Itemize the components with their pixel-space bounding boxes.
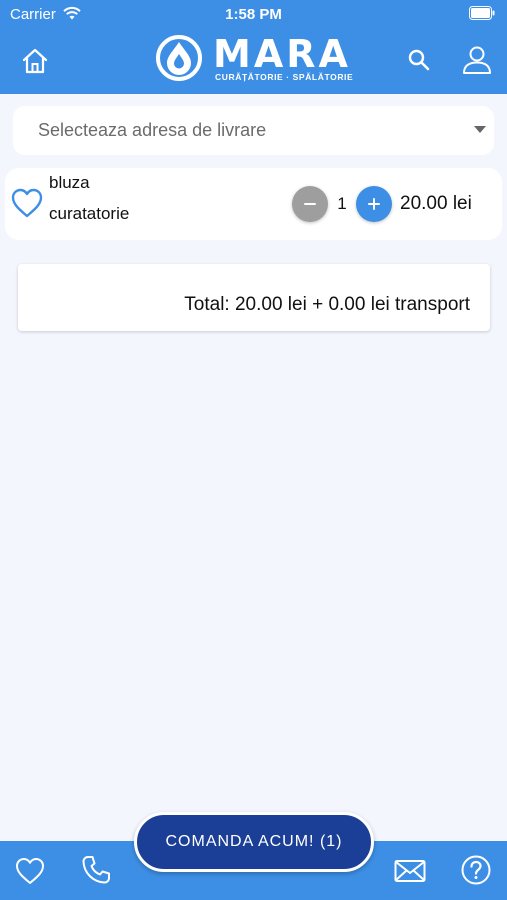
phone-icon[interactable] bbox=[80, 854, 112, 886]
help-icon[interactable] bbox=[460, 854, 492, 886]
order-now-button[interactable]: COMANDA ACUM! (1) bbox=[134, 812, 374, 872]
delivery-address-placeholder: Selecteaza adresa de livrare bbox=[38, 120, 267, 140]
item-price: 20.00 lei bbox=[400, 193, 472, 214]
favorite-heart-icon[interactable] bbox=[10, 186, 44, 220]
status-bar: Carrier 1:58 PM bbox=[0, 0, 507, 28]
app-header: Carrier 1:58 PM MARA CURĂȚĂTORIE · SPĂLĂ… bbox=[0, 0, 507, 94]
profile-icon[interactable] bbox=[461, 44, 493, 76]
logo-title: MARA bbox=[213, 32, 351, 76]
item-quantity: 1 bbox=[337, 194, 347, 213]
heart-icon[interactable] bbox=[14, 856, 46, 886]
logo-subtitle: CURĂȚĂTORIE · SPĂLĂTORIE bbox=[215, 72, 354, 82]
water-drop-logo-icon bbox=[156, 35, 202, 81]
minus-icon bbox=[304, 203, 316, 205]
home-icon[interactable] bbox=[20, 46, 50, 76]
increase-quantity-button[interactable] bbox=[356, 186, 392, 222]
order-total-card: Total: 20.00 lei + 0.00 lei transport bbox=[18, 264, 490, 331]
mara-logo: MARA CURĂȚĂTORIE · SPĂLĂTORIE bbox=[155, 32, 355, 86]
delivery-address-select[interactable]: Selecteaza adresa de livrare bbox=[13, 106, 494, 155]
item-name: bluza bbox=[49, 173, 90, 192]
cart-item: bluza curatatorie 1 20.00 lei bbox=[5, 168, 502, 240]
battery-icon bbox=[469, 6, 495, 20]
decrease-quantity-button[interactable] bbox=[292, 186, 328, 222]
search-icon[interactable] bbox=[406, 47, 432, 73]
mail-icon[interactable] bbox=[394, 859, 426, 883]
item-category: curatatorie bbox=[49, 204, 130, 223]
status-time: 1:58 PM bbox=[225, 6, 282, 23]
dropdown-arrow-icon bbox=[474, 126, 486, 133]
plus-icon bbox=[368, 198, 380, 210]
order-total-text: Total: 20.00 lei + 0.00 lei transport bbox=[184, 294, 470, 315]
